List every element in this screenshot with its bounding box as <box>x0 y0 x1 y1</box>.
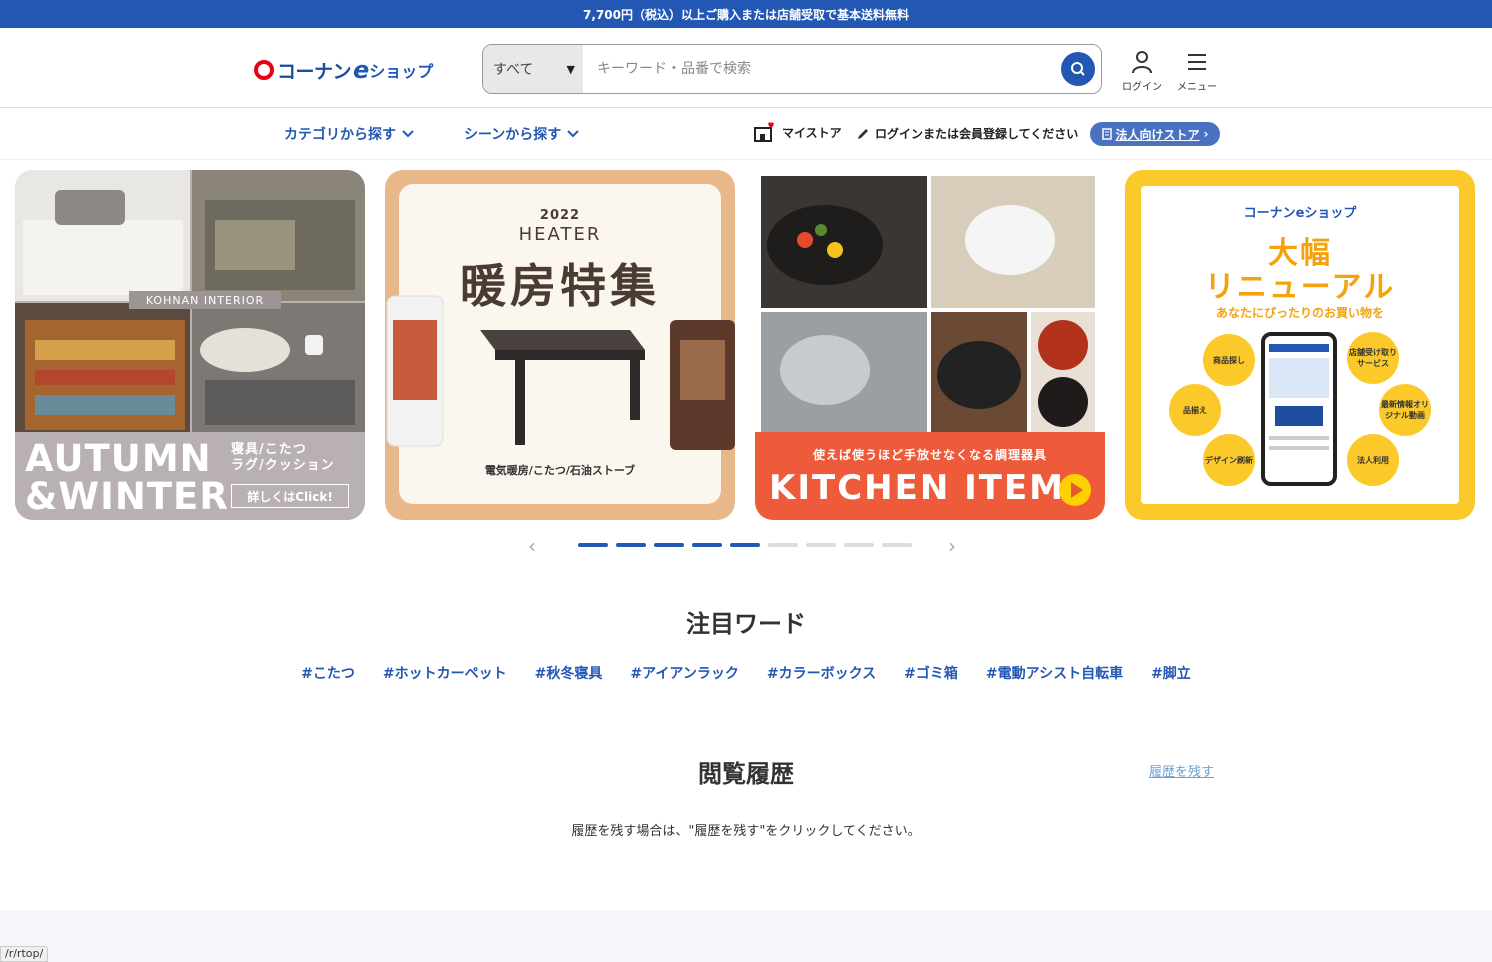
banner-title-line1: AUTUMN <box>25 437 212 480</box>
corporate-store-label: 法人向けストア <box>1115 127 1200 142</box>
feature-bubble: 店舗受け取りサービス <box>1347 332 1399 384</box>
login-button[interactable]: ログイン <box>1118 50 1166 93</box>
banner-subtitle: 寝具/こたつ ラグ/クッション <box>231 442 335 474</box>
search-icon <box>1071 62 1085 76</box>
carousel-dot[interactable] <box>806 543 836 547</box>
category-dropdown[interactable]: カテゴリから探す <box>284 124 414 144</box>
menu-label: メニュー <box>1177 82 1217 93</box>
banner-title: KITCHEN ITEM <box>769 468 1066 508</box>
banner-subtitle-line2: ラグ/クッション <box>231 458 335 473</box>
keyword-tag[interactable]: #脚立 <box>1151 663 1191 683</box>
banner-title: AUTUMN &WINTER <box>25 440 229 516</box>
banner-subtitle: 使えば使うほど手放せなくなる調理器具 <box>812 448 1047 462</box>
status-url: /r/rtop/ <box>0 946 49 962</box>
feature-bubble: 最新情報オリジナル動画 <box>1379 384 1431 436</box>
banner-kitchen[interactable]: 使えば使うほど手放せなくなる調理器具 KITCHEN ITEM <box>755 170 1105 520</box>
site-logo[interactable]: コーナン e ショップ <box>254 56 433 84</box>
attention-words-list: #こたつ #ホットカーペット #秋冬寝具 #アイアンラック #カラーボックス #… <box>0 663 1492 683</box>
shipping-banner: 7,700円（税込）以上ご購入または店舗受取で基本送料無料 <box>0 0 1492 28</box>
history-heading: 閲覧履歴 <box>698 760 794 788</box>
banner-title-line2: &WINTER <box>25 475 229 518</box>
scene-dropdown[interactable]: シーンから探す <box>464 124 580 144</box>
search-input[interactable] <box>583 45 1101 93</box>
site-header: コーナン e ショップ すべて ▼ ログイン メニュー <box>0 28 1492 108</box>
keyword-tag[interactable]: #こたつ <box>301 663 355 683</box>
carousel-dot[interactable] <box>654 543 684 547</box>
corporate-store-button[interactable]: 法人向けストア › <box>1090 122 1220 146</box>
carousel-dot[interactable] <box>578 543 608 547</box>
cooking-photo <box>761 176 1095 432</box>
logo-mark-icon <box>254 60 274 80</box>
carousel-dot[interactable] <box>616 543 646 547</box>
my-store-label: マイストア <box>782 125 842 140</box>
sub-navigation: カテゴリから探す シーンから探す マイストア ログインまたは会員登録してください… <box>0 108 1492 160</box>
chevron-down-icon <box>567 130 580 138</box>
feature-bubble: 法人利用 <box>1347 434 1399 486</box>
keyword-tag[interactable]: #電動アシスト自転車 <box>986 663 1123 683</box>
keyword-tag[interactable]: #ゴミ箱 <box>904 663 958 683</box>
feature-bubble: デザイン刷新 <box>1203 434 1255 486</box>
carousel-dot[interactable] <box>730 543 760 547</box>
user-icon <box>1132 51 1152 74</box>
menu-button[interactable]: メニュー <box>1173 50 1221 93</box>
pencil-icon <box>858 128 868 139</box>
login-register-link[interactable]: ログインまたは会員登録してください <box>856 125 1078 142</box>
shipping-text: 7,700円（税込）以上ご購入または店舗受取で基本送料無料 <box>583 7 909 22</box>
banner-subtitle-line1: 寝具/こたつ <box>231 442 307 457</box>
category-label: カテゴリから探す <box>284 127 396 143</box>
banner-logo-text: コーナンeショップ <box>1243 206 1357 221</box>
heater-products-illustration <box>386 295 735 450</box>
banner-year: 2022 <box>539 208 581 223</box>
keyword-tag[interactable]: #アイアンラック <box>630 663 738 683</box>
search-bar: すべて ▼ <box>482 44 1102 94</box>
banner-renewal[interactable]: コーナンeショップ 大幅 リニューアル あなたにぴったりのお買い物を 商品探し … <box>1125 170 1475 520</box>
banner-heating[interactable]: 2022 HEATER 暖房特集 電気暖房/こたつ/石油ストーブ <box>385 170 735 520</box>
banner-subtitle: あなたにぴったりのお買い物を <box>1215 306 1384 320</box>
banner-autumn-winter[interactable]: KOHNAN INTERIOR AUTUMN &WINTER 寝具/こたつ ラグ… <box>15 170 365 520</box>
carousel-dot[interactable] <box>844 543 874 547</box>
interior-tag: KOHNAN INTERIOR <box>129 291 281 309</box>
banner-title-line2: リニューアル <box>1204 270 1396 305</box>
logo-e: e <box>353 56 370 84</box>
attention-words-heading: 注目ワード <box>686 610 806 638</box>
carousel-dot[interactable] <box>692 543 722 547</box>
history-message: 履歴を残す場合は、"履歴を残す"をクリックしてください。 <box>571 824 921 839</box>
carousel-indicators <box>578 543 912 547</box>
keep-history-link[interactable]: 履歴を残す <box>1149 761 1214 780</box>
my-store-link[interactable]: マイストア <box>754 122 842 142</box>
footer-area <box>0 910 1492 962</box>
carousel-next-button[interactable]: › <box>948 534 956 558</box>
carousel-prev-button[interactable]: ‹ <box>528 534 536 558</box>
store-heart-icon <box>754 122 774 142</box>
play-arrow-icon <box>1059 474 1091 506</box>
search-category-select[interactable]: すべて ▼ <box>483 45 583 93</box>
hamburger-icon <box>1188 54 1206 70</box>
keyword-tag[interactable]: #カラーボックス <box>767 663 876 683</box>
banner-heater-label: HEATER <box>518 224 602 245</box>
scene-label: シーンから探す <box>464 127 562 143</box>
feature-bubble: 品揃え <box>1169 384 1221 436</box>
building-icon <box>1101 128 1112 140</box>
keyword-tag[interactable]: #ホットカーペット <box>383 663 507 683</box>
chevron-down-icon <box>402 130 414 138</box>
smartphone-illustration <box>1261 332 1337 486</box>
feature-bubble: 商品探し <box>1203 334 1255 386</box>
login-label: ログイン <box>1122 82 1162 93</box>
details-click-button[interactable]: 詳しくはClick! <box>231 484 349 508</box>
search-category-value: すべて <box>493 62 534 78</box>
keyword-tag[interactable]: #秋冬寝具 <box>535 663 603 683</box>
carousel-dot[interactable] <box>768 543 798 547</box>
logo-text: コーナン <box>277 60 352 83</box>
login-register-label: ログインまたは会員登録してください <box>875 127 1079 141</box>
carousel-dot[interactable] <box>882 543 912 547</box>
banner-caption: 電気暖房/こたつ/石油ストーブ <box>484 464 636 477</box>
search-button[interactable] <box>1061 52 1095 86</box>
logo-shop: ショップ <box>369 62 434 81</box>
caret-down-icon: ▼ <box>566 63 575 76</box>
chevron-right-icon: › <box>1203 127 1209 141</box>
